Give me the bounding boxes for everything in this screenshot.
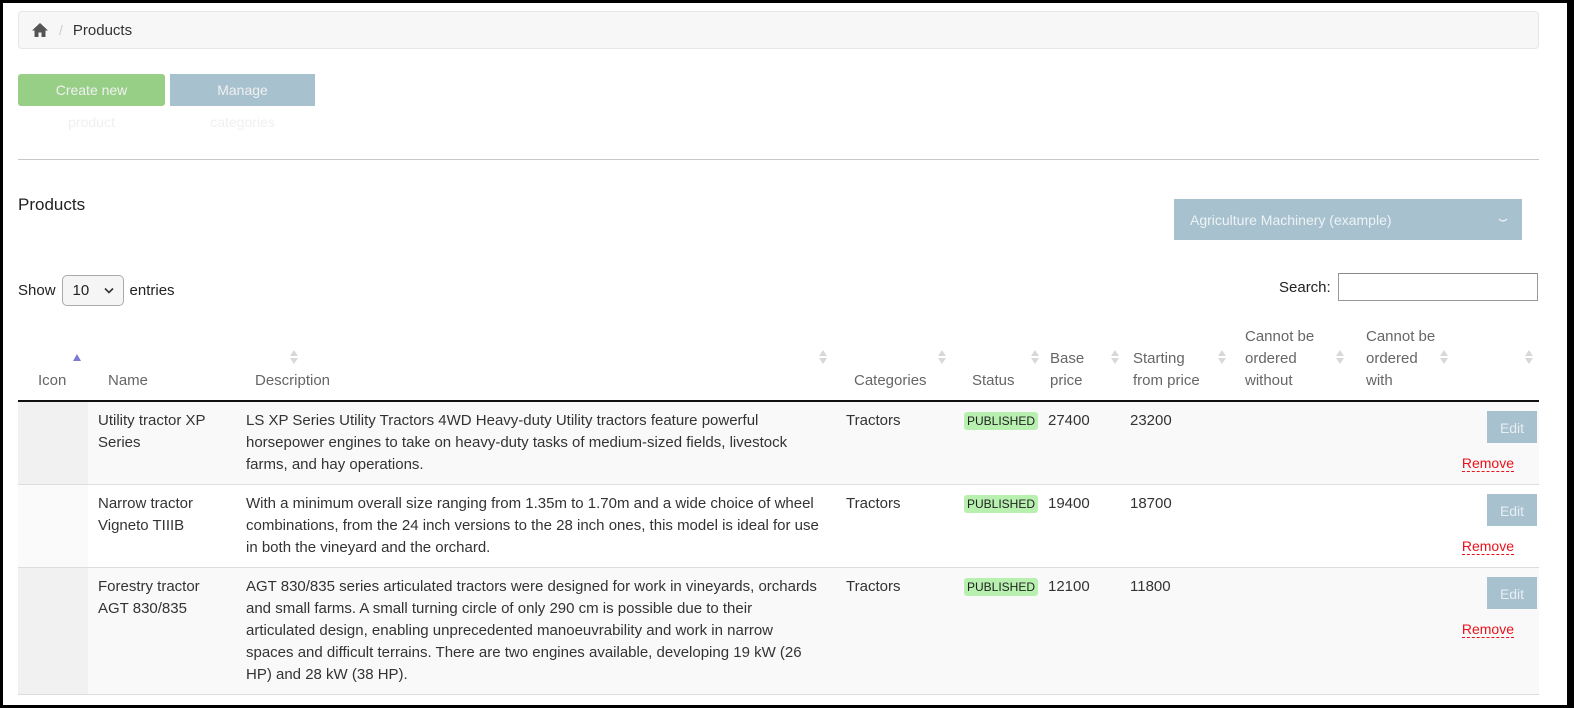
page-length-control: Show 10 entries (18, 275, 175, 306)
sort-icon (938, 349, 946, 364)
column-header-cannot-with[interactable]: Cannot be ordered with (1354, 321, 1479, 402)
column-header-name[interactable]: Name (88, 321, 298, 402)
manage-categories-button[interactable]: Manage categories (170, 74, 315, 130)
product-status-cell: PUBLISHED (956, 484, 1040, 568)
column-header-starting-price[interactable]: Starting from price (1122, 321, 1234, 402)
category-select-value: Agriculture Machinery (example) (1190, 211, 1392, 228)
page-length-value: 10 (72, 282, 90, 299)
column-label: Base price (1050, 350, 1085, 389)
column-header-icon[interactable]: Icon (18, 321, 88, 402)
sort-icon (1218, 349, 1226, 364)
product-actions: Edit Remove (1461, 567, 1539, 695)
product-base-price: 27400 (1040, 401, 1122, 485)
product-cannot-with (1354, 484, 1479, 568)
column-header-base-price[interactable]: Base price (1040, 321, 1122, 402)
remove-link[interactable]: Remove (1461, 455, 1514, 472)
search-control: Search: (1279, 273, 1538, 301)
sort-icon (1440, 349, 1448, 364)
product-starting-price: 11800 (1122, 567, 1234, 695)
divider (18, 159, 1539, 160)
status-badge: PUBLISHED (964, 578, 1039, 596)
chevron-down-icon (1498, 213, 1508, 227)
column-label: Starting from price (1133, 350, 1200, 389)
product-cannot-with (1354, 567, 1479, 695)
product-starting-price: 18700 (1122, 484, 1234, 568)
status-badge: PUBLISHED (964, 412, 1039, 430)
breadcrumb-separator: / (59, 22, 63, 38)
sort-icon (1031, 349, 1039, 364)
product-base-price: 12100 (1040, 567, 1122, 695)
product-icon-cell (18, 401, 88, 485)
table-row: Utility tractor XP Series LS XP Series U… (18, 401, 1539, 485)
table-header-row: Icon Name Description Categories Status … (18, 321, 1539, 402)
sort-icon (1111, 349, 1119, 364)
search-input[interactable] (1337, 273, 1538, 301)
search-label: Search: (1279, 278, 1331, 296)
chevron-down-icon (103, 285, 114, 297)
product-status-cell: PUBLISHED (956, 401, 1040, 485)
show-label: Show (18, 282, 56, 299)
remove-link[interactable]: Remove (1461, 538, 1514, 555)
product-cannot-with (1354, 401, 1479, 485)
column-label: Cannot be ordered without (1245, 328, 1315, 389)
breadcrumb-current: Products (72, 21, 133, 39)
product-categories: Tractors (838, 567, 956, 695)
product-name: Utility tractor XP Series (88, 401, 238, 485)
home-icon[interactable] (31, 22, 49, 38)
column-header-status[interactable]: Status (956, 321, 1040, 402)
product-description: AGT 830/835 series articulated tractors … (238, 567, 838, 695)
column-label: Name (108, 372, 149, 389)
breadcrumb: / Products (18, 11, 1539, 49)
table-row: Forestry tractor AGT 830/835 AGT 830/835… (18, 567, 1539, 695)
column-label: Icon (38, 372, 67, 389)
product-categories: Tractors (838, 401, 956, 485)
column-header-description[interactable]: Description (238, 321, 838, 402)
column-label: Categories (854, 372, 927, 389)
column-label: Status (972, 372, 1015, 389)
sort-icon (819, 349, 827, 364)
edit-button[interactable]: Edit (1487, 411, 1537, 443)
product-base-price: 19400 (1040, 484, 1122, 568)
product-categories: Tractors (838, 484, 956, 568)
column-label: Cannot be ordered with (1366, 328, 1436, 389)
status-badge: PUBLISHED (964, 495, 1039, 513)
product-actions: Edit Remove (1461, 401, 1539, 485)
product-actions: Edit Remove (1461, 484, 1539, 568)
column-header-actions[interactable] (1479, 321, 1539, 402)
product-description: With a minimum overall size ranging from… (238, 484, 838, 568)
column-label: Description (255, 372, 331, 389)
page: / Products Create new product Manage cat… (3, 3, 1567, 705)
entries-label: entries (129, 282, 175, 299)
product-cannot-without (1234, 484, 1354, 568)
table-row: Narrow tractor Vigneto TIIIB With a mini… (18, 484, 1539, 568)
sort-icon (1525, 349, 1533, 364)
product-cannot-without (1234, 567, 1354, 695)
product-icon-cell (18, 484, 88, 568)
product-cannot-without (1234, 401, 1354, 485)
product-description: LS XP Series Utility Tractors 4WD Heavy-… (238, 401, 838, 485)
create-product-button[interactable]: Create new product (18, 74, 165, 130)
product-icon-cell (18, 567, 88, 695)
page-length-select[interactable]: 10 (61, 275, 124, 306)
product-name: Forestry tractor AGT 830/835 (88, 567, 238, 695)
column-header-cannot-without[interactable]: Cannot be ordered without (1234, 321, 1354, 402)
category-select[interactable]: Agriculture Machinery (example) (1174, 199, 1522, 240)
product-status-cell: PUBLISHED (956, 567, 1040, 695)
sort-ascending-icon (73, 347, 81, 361)
edit-button[interactable]: Edit (1487, 577, 1537, 609)
column-header-categories[interactable]: Categories (838, 321, 956, 402)
section-title: Products (18, 195, 86, 214)
product-name: Narrow tractor Vigneto TIIIB (88, 484, 238, 568)
remove-link[interactable]: Remove (1461, 621, 1514, 638)
products-table: Icon Name Description Categories Status … (18, 321, 1539, 695)
sort-icon (1336, 349, 1344, 364)
product-starting-price: 23200 (1122, 401, 1234, 485)
edit-button[interactable]: Edit (1487, 494, 1537, 526)
